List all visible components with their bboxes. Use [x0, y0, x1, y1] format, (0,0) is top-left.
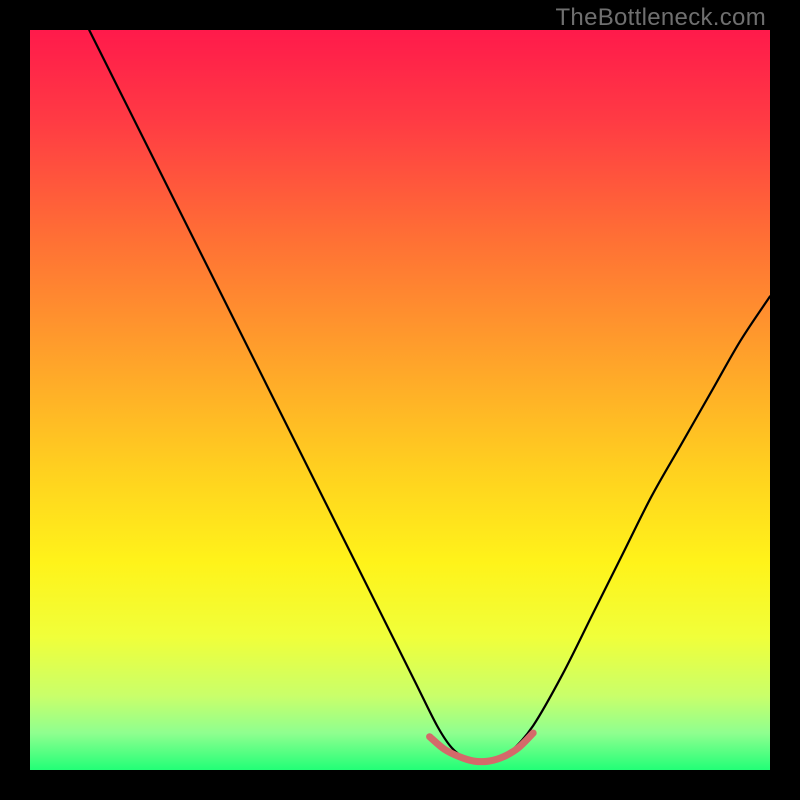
curve-layer [30, 30, 770, 770]
chart-frame: TheBottleneck.com [0, 0, 800, 800]
watermark-text: TheBottleneck.com [555, 4, 766, 32]
plot-area [30, 30, 770, 770]
bottleneck-curve [89, 30, 770, 763]
